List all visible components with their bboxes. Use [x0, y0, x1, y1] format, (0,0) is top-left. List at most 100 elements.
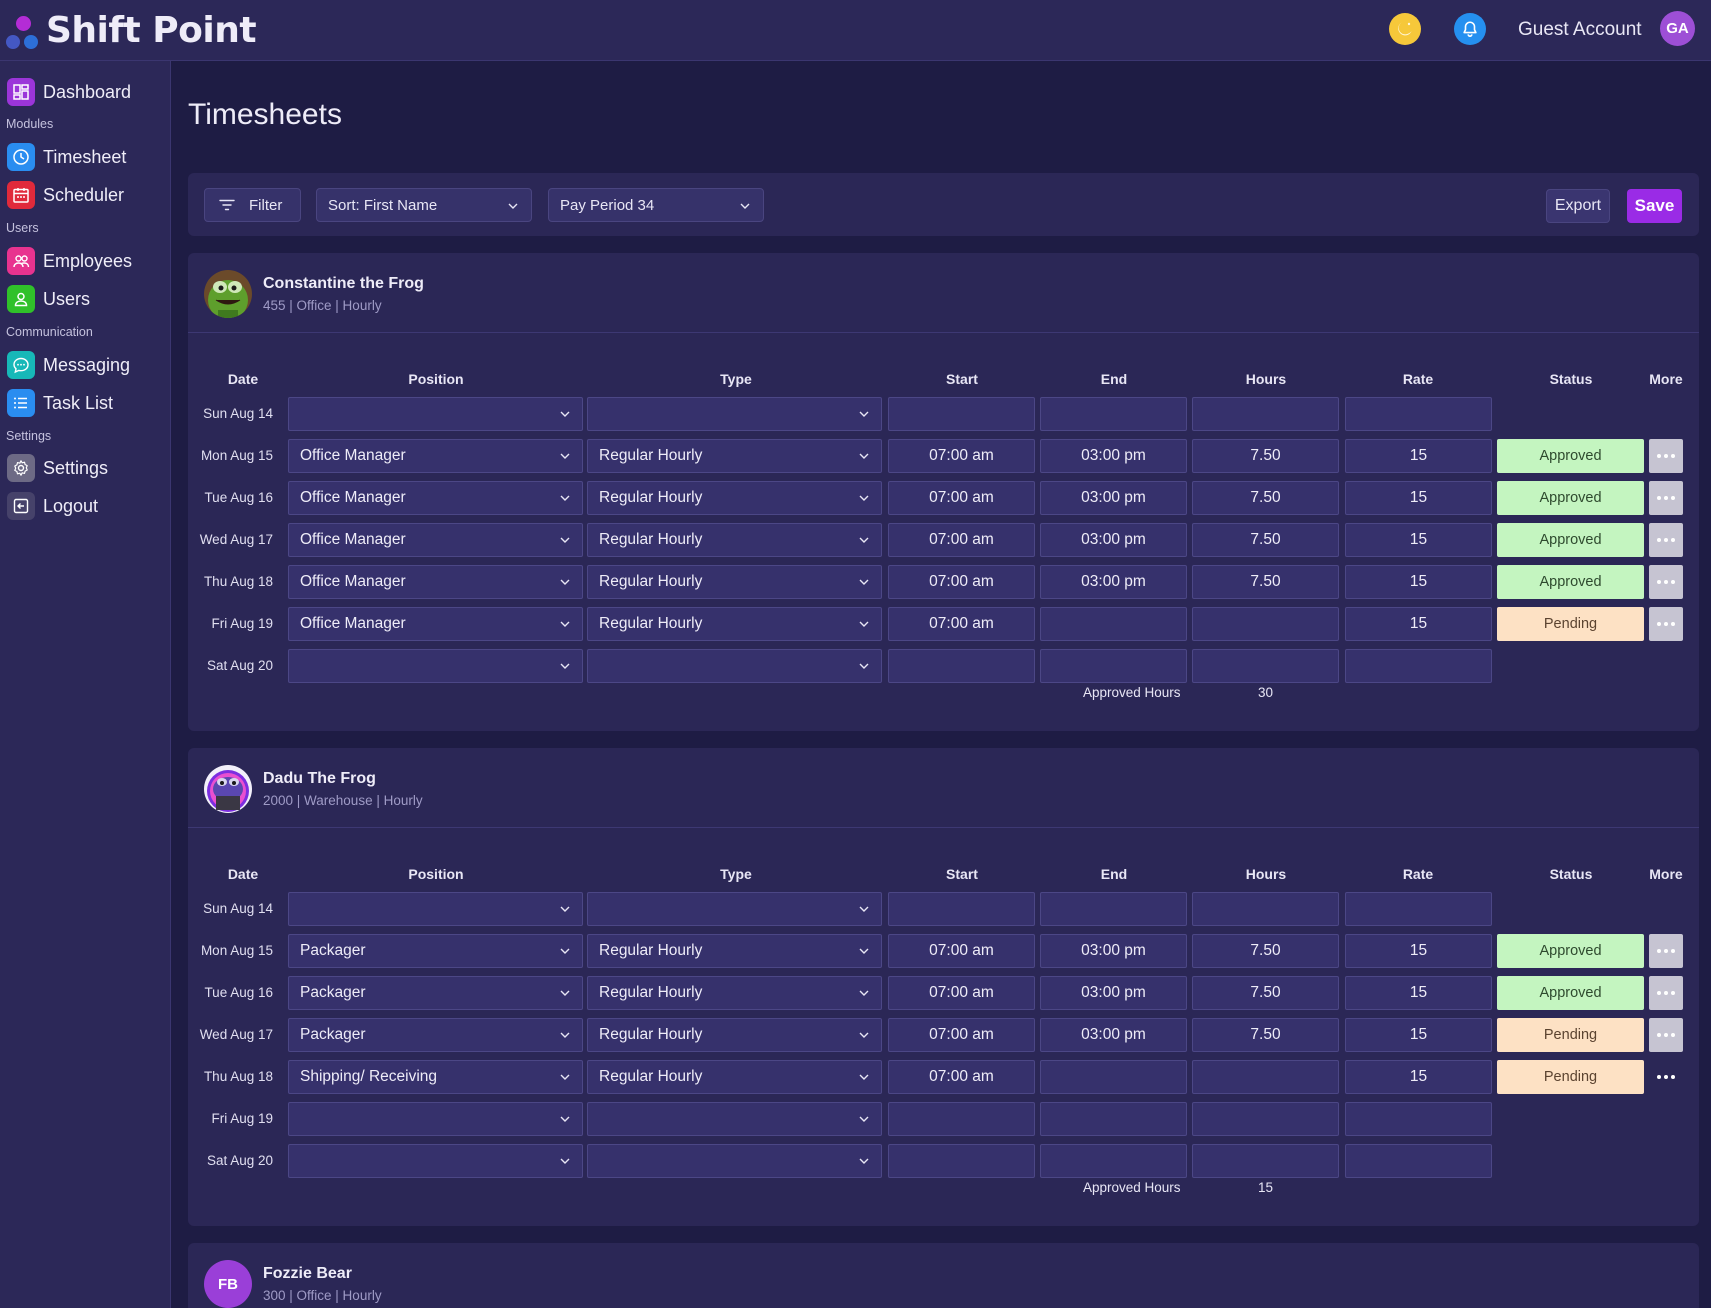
user-name[interactable]: Guest Account	[1518, 19, 1642, 41]
type-select[interactable]	[587, 892, 882, 926]
end-field[interactable]	[1040, 607, 1187, 641]
position-select[interactable]: Office Manager	[288, 565, 583, 599]
end-field[interactable]: 03:00 pm	[1040, 934, 1187, 968]
sidebar-item-scheduler[interactable]: Scheduler	[7, 181, 124, 209]
hours-field[interactable]	[1192, 607, 1339, 641]
status-badge[interactable]: Approved	[1497, 976, 1644, 1010]
dark-mode-toggle[interactable]	[1389, 13, 1421, 45]
start-field[interactable]	[888, 1144, 1035, 1178]
type-select[interactable]	[587, 1144, 882, 1178]
rate-field[interactable]: 15	[1345, 439, 1492, 473]
rate-field[interactable]: 15	[1345, 934, 1492, 968]
more-options-button[interactable]	[1649, 976, 1683, 1010]
sidebar-item-timesheet[interactable]: Timesheet	[7, 143, 126, 171]
hours-field[interactable]: 7.50	[1192, 481, 1339, 515]
rate-field[interactable]: 15	[1345, 523, 1492, 557]
start-field[interactable]	[888, 649, 1035, 683]
notifications-button[interactable]	[1454, 13, 1486, 45]
start-field[interactable]	[888, 397, 1035, 431]
filter-button[interactable]: Filter	[204, 188, 301, 222]
more-options-button[interactable]	[1649, 481, 1683, 515]
end-field[interactable]: 03:00 pm	[1040, 976, 1187, 1010]
position-select[interactable]: Packager	[288, 1018, 583, 1052]
status-badge[interactable]: Approved	[1497, 523, 1644, 557]
hours-field[interactable]: 7.50	[1192, 523, 1339, 557]
rate-field[interactable]	[1345, 892, 1492, 926]
position-select[interactable]: Packager	[288, 934, 583, 968]
sidebar-item-settings[interactable]: Settings	[7, 454, 108, 482]
hours-field[interactable]: 7.50	[1192, 1018, 1339, 1052]
position-select[interactable]: Packager	[288, 976, 583, 1010]
hours-field[interactable]	[1192, 1102, 1339, 1136]
position-select[interactable]	[288, 1102, 583, 1136]
status-badge[interactable]: Pending	[1497, 1018, 1644, 1052]
hours-field[interactable]	[1192, 1144, 1339, 1178]
type-select[interactable]: Regular Hourly	[587, 439, 882, 473]
end-field[interactable]	[1040, 892, 1187, 926]
start-field[interactable]: 07:00 am	[888, 976, 1035, 1010]
rate-field[interactable]: 15	[1345, 481, 1492, 515]
end-field[interactable]: 03:00 pm	[1040, 1018, 1187, 1052]
end-field[interactable]	[1040, 1060, 1187, 1094]
status-badge[interactable]: Approved	[1497, 439, 1644, 473]
start-field[interactable]	[888, 1102, 1035, 1136]
hours-field[interactable]	[1192, 1060, 1339, 1094]
rate-field[interactable]: 15	[1345, 1018, 1492, 1052]
status-badge[interactable]: Pending	[1497, 607, 1644, 641]
position-select[interactable]	[288, 1144, 583, 1178]
user-avatar[interactable]: GA	[1660, 11, 1695, 46]
sort-select[interactable]: Sort: First Name	[316, 188, 532, 222]
start-field[interactable]: 07:00 am	[888, 934, 1035, 968]
type-select[interactable]: Regular Hourly	[587, 481, 882, 515]
status-badge[interactable]: Pending	[1497, 1060, 1644, 1094]
type-select[interactable]: Regular Hourly	[587, 1060, 882, 1094]
position-select[interactable]: Office Manager	[288, 481, 583, 515]
more-options-button[interactable]	[1649, 1060, 1683, 1094]
sidebar-item-employees[interactable]: Employees	[7, 247, 132, 275]
end-field[interactable]: 03:00 pm	[1040, 523, 1187, 557]
end-field[interactable]	[1040, 397, 1187, 431]
start-field[interactable]	[888, 892, 1035, 926]
end-field[interactable]: 03:00 pm	[1040, 481, 1187, 515]
position-select[interactable]	[288, 892, 583, 926]
save-button[interactable]: Save	[1627, 189, 1682, 223]
end-field[interactable]: 03:00 pm	[1040, 565, 1187, 599]
end-field[interactable]	[1040, 1144, 1187, 1178]
type-select[interactable]: Regular Hourly	[587, 607, 882, 641]
sidebar-item-task-list[interactable]: Task List	[7, 389, 113, 417]
rate-field[interactable]	[1345, 1144, 1492, 1178]
more-options-button[interactable]	[1649, 1018, 1683, 1052]
hours-field[interactable]	[1192, 397, 1339, 431]
end-field[interactable]	[1040, 649, 1187, 683]
rate-field[interactable]	[1345, 1102, 1492, 1136]
type-select[interactable]	[587, 1102, 882, 1136]
sidebar-item-logout[interactable]: Logout	[7, 492, 98, 520]
hours-field[interactable]	[1192, 649, 1339, 683]
hours-field[interactable]: 7.50	[1192, 976, 1339, 1010]
start-field[interactable]: 07:00 am	[888, 439, 1035, 473]
start-field[interactable]: 07:00 am	[888, 481, 1035, 515]
type-select[interactable]: Regular Hourly	[587, 934, 882, 968]
position-select[interactable]	[288, 649, 583, 683]
start-field[interactable]: 07:00 am	[888, 565, 1035, 599]
position-select[interactable]: Office Manager	[288, 523, 583, 557]
pay-period-select[interactable]: Pay Period 34	[548, 188, 764, 222]
type-select[interactable]: Regular Hourly	[587, 565, 882, 599]
status-badge[interactable]: Approved	[1497, 934, 1644, 968]
start-field[interactable]: 07:00 am	[888, 523, 1035, 557]
more-options-button[interactable]	[1649, 523, 1683, 557]
rate-field[interactable]: 15	[1345, 607, 1492, 641]
app-logo[interactable]: Shift Point	[4, 8, 257, 52]
more-options-button[interactable]	[1649, 934, 1683, 968]
sidebar-item-messaging[interactable]: Messaging	[7, 351, 130, 379]
status-badge[interactable]: Approved	[1497, 481, 1644, 515]
type-select[interactable]: Regular Hourly	[587, 523, 882, 557]
position-select[interactable]: Office Manager	[288, 439, 583, 473]
type-select[interactable]	[587, 397, 882, 431]
position-select[interactable]: Shipping/ Receiving	[288, 1060, 583, 1094]
hours-field[interactable]: 7.50	[1192, 934, 1339, 968]
rate-field[interactable]: 15	[1345, 1060, 1492, 1094]
rate-field[interactable]	[1345, 649, 1492, 683]
sidebar-item-users[interactable]: Users	[7, 285, 90, 313]
rate-field[interactable]: 15	[1345, 565, 1492, 599]
